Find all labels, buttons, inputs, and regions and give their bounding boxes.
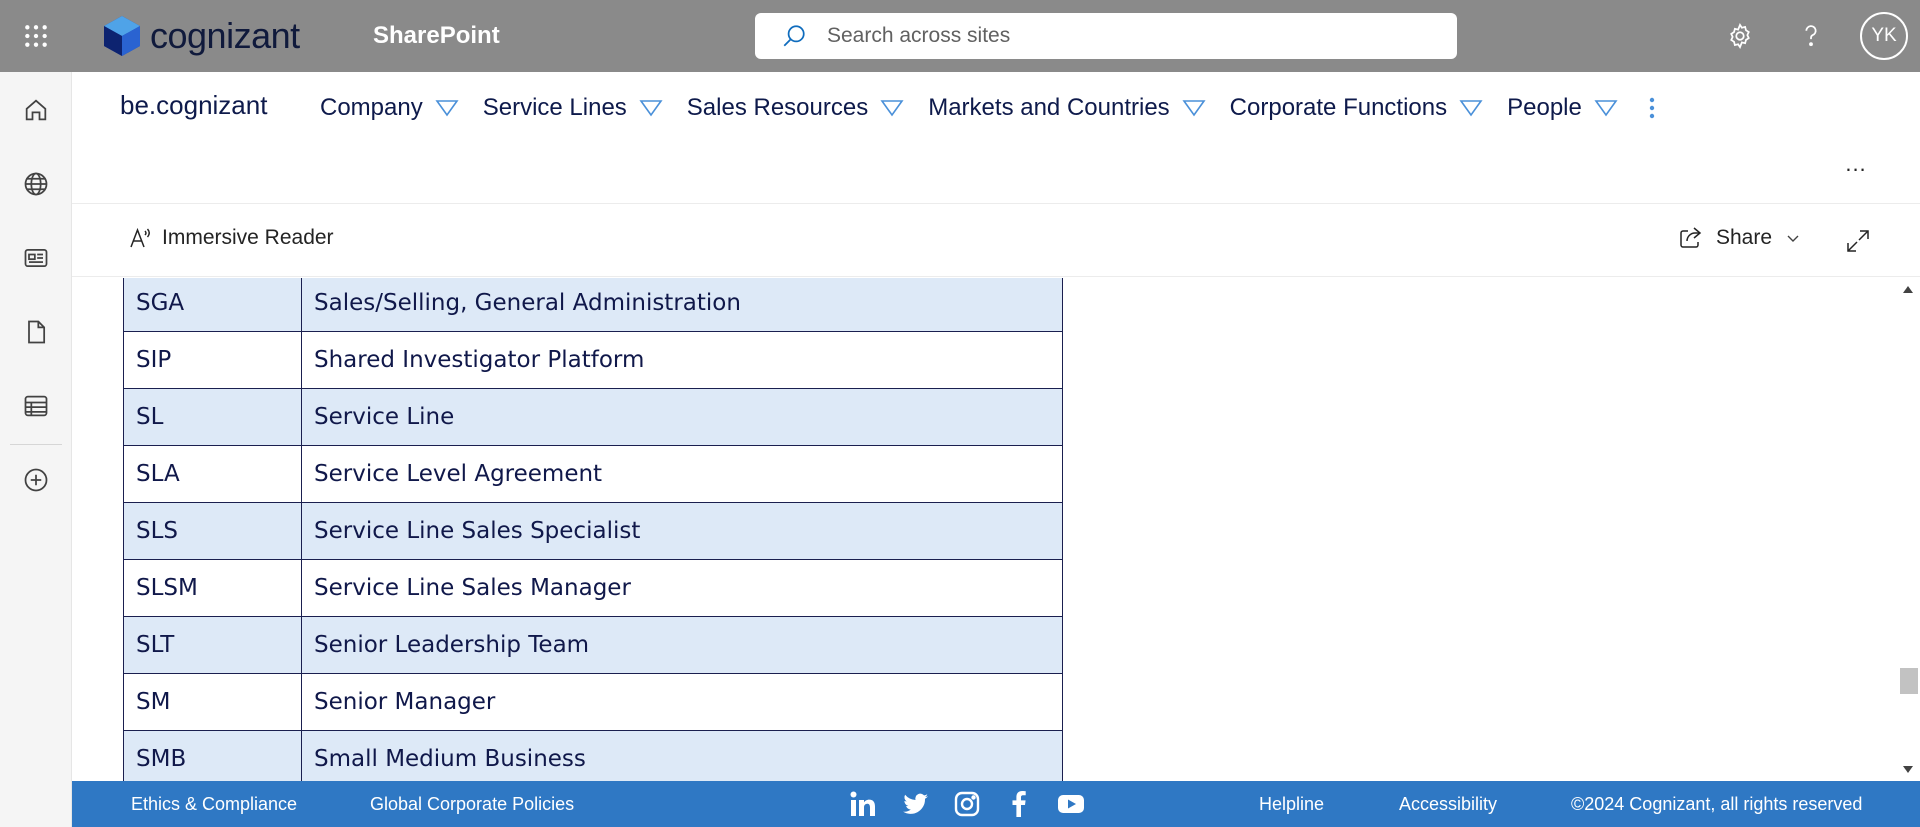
nav-item-company[interactable]: Company	[320, 94, 459, 122]
app-rail	[0, 72, 72, 827]
help-icon[interactable]	[1793, 18, 1829, 54]
rail-divider	[10, 444, 62, 445]
table-row: SLSM Service Line Sales Manager	[123, 559, 1063, 617]
nav-item-people[interactable]: People	[1507, 94, 1618, 122]
share-button[interactable]: Share	[1678, 225, 1800, 251]
accessibility-link[interactable]: Accessibility	[1399, 794, 1497, 815]
dropdown-triangle-icon	[880, 100, 904, 117]
nav-item-label: Markets and Countries	[928, 94, 1170, 121]
meaning-cell: Small Medium Business	[301, 730, 1063, 781]
meaning-cell: Senior Leadership Team	[301, 616, 1063, 674]
hub-navigation: Company Service Lines Sales Resources Ma…	[320, 88, 1662, 128]
brand-logo[interactable]: cognizant	[100, 14, 300, 58]
cognizant-logo-icon	[104, 16, 140, 56]
dropdown-triangle-icon	[1594, 100, 1618, 117]
nav-more-vertical-icon[interactable]	[1642, 88, 1662, 128]
abbreviation-cell: SIP	[123, 331, 302, 389]
site-header: be.cognizant Company Service Lines Sales…	[72, 72, 1920, 204]
meaning-cell: Sales/Selling, General Administration	[301, 278, 1063, 332]
suite-bar: cognizant SharePoint YK	[0, 0, 1920, 72]
expand-icon[interactable]	[1842, 225, 1874, 257]
abbreviation-cell: SLS	[123, 502, 302, 560]
command-bar: Immersive Reader Share	[72, 205, 1920, 277]
vertical-scrollbar[interactable]	[1896, 278, 1920, 781]
app-launcher-icon[interactable]	[18, 18, 54, 54]
table-row: SGA Sales/Selling, General Administratio…	[123, 278, 1063, 332]
nav-item-corporate-functions[interactable]: Corporate Functions	[1230, 94, 1483, 122]
nav-item-markets-and-countries[interactable]: Markets and Countries	[928, 94, 1206, 122]
list-icon[interactable]	[14, 384, 58, 428]
meaning-cell: Shared Investigator Platform	[301, 331, 1063, 389]
abbreviation-cell: SL	[123, 388, 302, 446]
nav-item-label: Company	[320, 94, 423, 121]
app-name[interactable]: SharePoint	[373, 22, 500, 50]
facebook-icon[interactable]	[1004, 789, 1034, 819]
settings-gear-icon[interactable]	[1722, 18, 1758, 54]
nav-item-sales-resources[interactable]: Sales Resources	[687, 94, 904, 122]
table-row: SMB Small Medium Business	[123, 730, 1063, 781]
meaning-cell: Service Line Sales Specialist	[301, 502, 1063, 560]
more-options-button[interactable]: ...	[1838, 151, 1874, 176]
social-links	[848, 789, 1086, 819]
abbreviation-cell: SM	[123, 673, 302, 731]
abbreviation-cell: SMB	[123, 730, 302, 781]
immersive-reader-label: Immersive Reader	[162, 226, 334, 249]
immersive-reader-button[interactable]: Immersive Reader	[128, 225, 334, 251]
scroll-up-arrow-icon[interactable]	[1902, 284, 1914, 296]
table-row: SM Senior Manager	[123, 673, 1063, 731]
scrollbar-thumb[interactable]	[1900, 668, 1918, 694]
share-icon	[1680, 227, 1702, 248]
table-row: SLT Senior Leadership Team	[123, 616, 1063, 674]
helpline-link[interactable]: Helpline	[1259, 794, 1324, 815]
home-icon[interactable]	[14, 88, 58, 132]
user-avatar[interactable]: YK	[1860, 12, 1908, 60]
scroll-down-arrow-icon[interactable]	[1902, 763, 1914, 775]
page-content: SGA Sales/Selling, General Administratio…	[72, 278, 1896, 781]
table-row: SLS Service Line Sales Specialist	[123, 502, 1063, 560]
copyright-text: ©2024 Cognizant, all rights reserved	[1571, 794, 1863, 814]
meaning-cell: Service Level Agreement	[301, 445, 1063, 503]
globe-icon[interactable]	[14, 162, 58, 206]
share-label: Share	[1716, 226, 1773, 249]
nav-item-service-lines[interactable]: Service Lines	[483, 94, 663, 122]
meaning-cell: Senior Manager	[301, 673, 1063, 731]
abbreviation-cell: SLT	[123, 616, 302, 674]
linkedin-icon[interactable]	[848, 789, 878, 819]
twitter-icon[interactable]	[900, 789, 930, 819]
youtube-icon[interactable]	[1056, 789, 1086, 819]
search-icon	[783, 25, 805, 47]
abbreviation-cell: SLSM	[123, 559, 302, 617]
chevron-down-icon	[1787, 235, 1799, 242]
meaning-cell: Service Line Sales Manager	[301, 559, 1063, 617]
abbreviation-cell: SGA	[123, 278, 302, 332]
immersive-reader-icon	[130, 227, 150, 248]
table-row: SL Service Line	[123, 388, 1063, 446]
brand-text: cognizant	[150, 15, 300, 56]
meaning-cell: Service Line	[301, 388, 1063, 446]
nav-item-label: Sales Resources	[686, 94, 869, 121]
file-icon[interactable]	[14, 310, 58, 354]
abbreviation-cell: SLA	[123, 445, 302, 503]
acronym-table: SGA Sales/Selling, General Administratio…	[123, 278, 1063, 781]
site-footer: Ethics & Compliance Global Corporate Pol…	[72, 781, 1920, 827]
nav-item-label: People	[1507, 94, 1582, 121]
search-box[interactable]	[755, 13, 1457, 59]
instagram-icon[interactable]	[952, 789, 982, 819]
site-title[interactable]: be.cognizant	[120, 90, 267, 121]
dropdown-triangle-icon	[1459, 100, 1483, 117]
news-icon[interactable]	[14, 236, 58, 280]
ethics-compliance-link[interactable]: Ethics & Compliance	[131, 794, 297, 815]
nav-item-label: Corporate Functions	[1229, 94, 1448, 121]
nav-item-label: Service Lines	[482, 94, 627, 121]
dropdown-triangle-icon	[435, 100, 459, 117]
table-row: SIP Shared Investigator Platform	[123, 331, 1063, 389]
search-input[interactable]	[827, 24, 1407, 48]
dropdown-triangle-icon	[639, 100, 663, 117]
global-policies-link[interactable]: Global Corporate Policies	[370, 794, 574, 815]
table-row: SLA Service Level Agreement	[123, 445, 1063, 503]
dropdown-triangle-icon	[1182, 100, 1206, 117]
add-icon[interactable]	[14, 458, 58, 502]
